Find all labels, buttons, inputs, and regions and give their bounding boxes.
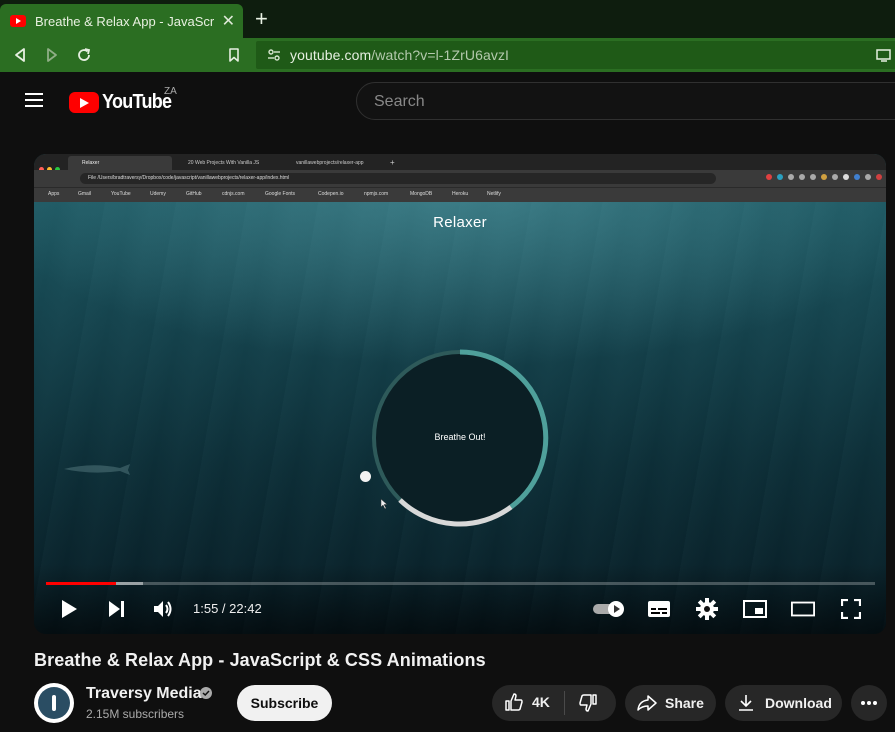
youtube-favicon-icon (10, 15, 26, 27)
video-new-tab: + (390, 158, 395, 167)
reload-icon (78, 48, 91, 61)
bookmark-button[interactable] (222, 43, 246, 67)
video-tab: 20 Web Projects With Vanilla JS (188, 160, 260, 166)
mute-button[interactable] (151, 597, 175, 621)
subtitles-button[interactable] (647, 597, 671, 621)
like-count: 4K (532, 694, 550, 710)
search-input[interactable] (372, 92, 876, 112)
played-bar (46, 582, 116, 585)
play-icon (62, 600, 77, 618)
video-bookmark: MongoDB (410, 191, 433, 197)
relaxer-app-title: Relaxer (433, 214, 487, 231)
settings-button[interactable] (695, 597, 719, 621)
subscriber-count: 2.15M subscribers (86, 707, 185, 721)
back-button[interactable] (8, 43, 32, 67)
url-host: youtube.com (290, 47, 372, 63)
browser-tab-strip: Breathe & Relax App - JavaScript & CSS A… (0, 0, 895, 38)
video-bookmark: Gmail (78, 191, 92, 197)
address-bar[interactable]: youtube.com/watch?v=l-1ZrU6avzI (256, 41, 895, 69)
video-bookmark: YouTube (111, 191, 131, 197)
url-path: /watch?v=l-1ZrU6avzI (371, 47, 510, 63)
youtube-logo[interactable]: YouTube (69, 91, 179, 113)
forward-icon (47, 48, 57, 62)
back-icon (15, 48, 25, 62)
time-display: 1:55 / 22:42 (193, 601, 262, 616)
region-code: ZA (164, 86, 177, 97)
video-tab: Relaxer (68, 156, 172, 170)
ring-pointer (360, 471, 371, 482)
like-divider (564, 691, 565, 715)
search-box[interactable] (356, 82, 895, 120)
url-text: youtube.com/watch?v=l-1ZrU6avzI (290, 47, 509, 63)
download-button[interactable]: Download (725, 685, 842, 721)
video-bookmark: Netlify (487, 191, 501, 197)
play-button[interactable] (57, 597, 81, 621)
site-settings-icon[interactable] (266, 47, 282, 68)
video-title: Breathe & Relax App - JavaScript & CSS A… (34, 650, 486, 670)
share-icon (637, 695, 657, 711)
youtube-logo-text: YouTube (102, 90, 172, 113)
thumbs-down-icon (579, 694, 597, 712)
share-button[interactable]: Share (625, 685, 716, 721)
new-tab-button[interactable]: + (255, 8, 268, 30)
video-browser-toolbar: File /Users/bradtraversy/Dropbox/code/ja… (34, 170, 886, 187)
more-actions-button[interactable] (851, 685, 887, 721)
video-player[interactable]: Relaxer 20 Web Projects With Vanilla JS … (34, 154, 886, 634)
like-button[interactable]: 4K (504, 692, 550, 712)
share-label: Share (665, 695, 704, 711)
miniplayer-icon (743, 600, 767, 618)
video-bookmark: GitHub (186, 191, 202, 197)
fish-silhouette (64, 464, 130, 475)
video-bookmarks-bar: Apps Gmail YouTube Udemy GitHub cdnjs.co… (34, 187, 886, 202)
next-icon (109, 601, 124, 617)
browser-tab-active[interactable]: Breathe & Relax App - JavaScript & CSS A… (0, 4, 243, 38)
bookmark-icon (229, 48, 239, 62)
guide-menu-icon[interactable] (25, 93, 43, 107)
breathe-text: Breathe Out! (434, 432, 486, 442)
settings-gear-icon (696, 598, 718, 620)
fullscreen-icon (841, 599, 861, 619)
cast-icon[interactable] (875, 47, 893, 68)
video-extension-icons (766, 174, 882, 180)
download-label: Download (765, 695, 832, 711)
download-icon (739, 695, 753, 711)
tab-close-icon[interactable]: ✕ (222, 11, 235, 31)
video-bookmark: Google Fonts (265, 191, 296, 197)
browser-toolbar: youtube.com/watch?v=l-1ZrU6avzI (0, 38, 895, 72)
autoplay-toggle[interactable] (591, 597, 627, 621)
next-button[interactable] (104, 597, 128, 621)
video-bookmark: Apps (48, 191, 60, 197)
forward-button[interactable] (40, 43, 64, 67)
like-dislike-group: 4K (492, 685, 616, 721)
verified-badge-icon (200, 687, 212, 699)
video-bookmark: cdnjs.com (222, 191, 245, 197)
tab-title: Breathe & Relax App - JavaScript & CSS A… (35, 13, 215, 29)
video-browser-tabs: Relaxer 20 Web Projects With Vanilla JS … (34, 154, 886, 172)
channel-name[interactable]: Traversy Media (86, 685, 202, 703)
progress-bar[interactable] (46, 582, 875, 585)
dislike-button[interactable] (578, 693, 598, 716)
reload-button[interactable] (72, 43, 96, 67)
thumbs-up-icon (505, 693, 523, 711)
theater-mode-button[interactable] (791, 597, 815, 621)
channel-avatar[interactable] (34, 683, 74, 723)
video-bookmark: Codepen.io (318, 191, 344, 197)
youtube-play-logo-icon (69, 91, 99, 113)
video-bookmark: npmjs.com (364, 191, 389, 197)
more-horizontal-icon (861, 701, 877, 705)
video-frame: Relaxer 20 Web Projects With Vanilla JS … (34, 154, 886, 634)
mouse-cursor-icon (380, 498, 388, 510)
theater-mode-icon (791, 601, 815, 617)
subscribe-button[interactable]: Subscribe (237, 685, 332, 721)
autoplay-toggle-icon (593, 601, 624, 617)
video-url: File /Users/bradtraversy/Dropbox/code/ja… (80, 173, 716, 184)
subtitles-icon (648, 601, 670, 617)
miniplayer-button[interactable] (743, 597, 767, 621)
fullscreen-button[interactable] (839, 597, 863, 621)
volume-icon (154, 601, 172, 617)
video-bookmark: Heroku (452, 191, 469, 197)
video-bookmark: Udemy (150, 191, 166, 197)
video-tab: vanillawebprojects/relaxer-app (296, 160, 364, 166)
